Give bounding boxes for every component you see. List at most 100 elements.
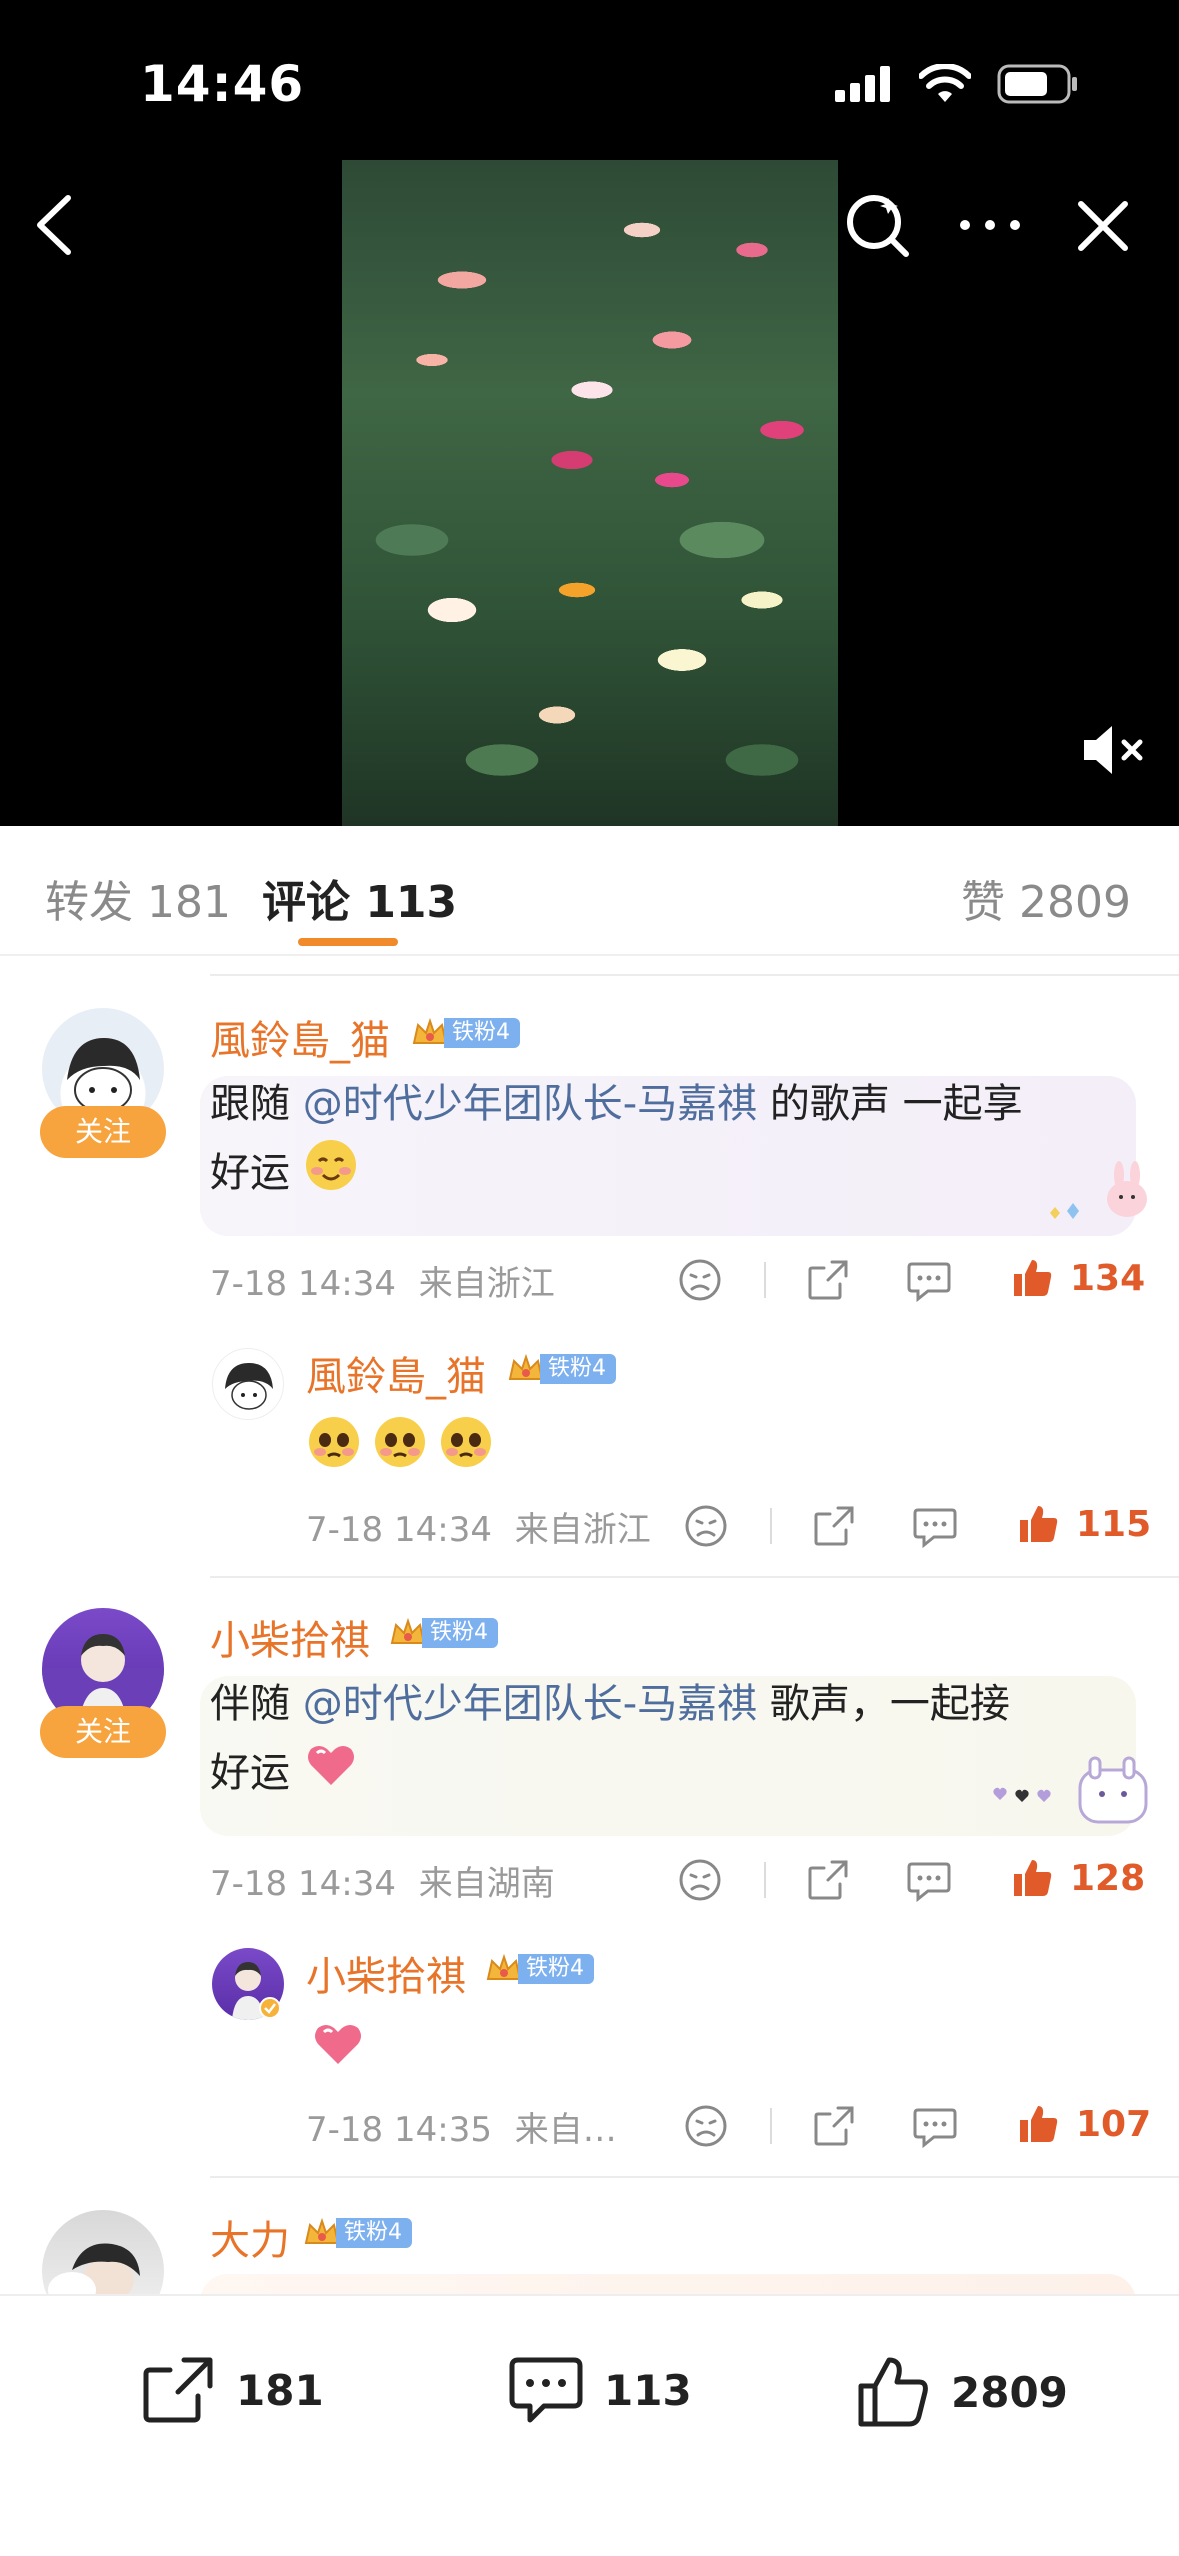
- comment-text-part: 歌声，一起接: [757, 1681, 1010, 1727]
- more-icon[interactable]: [955, 205, 1025, 245]
- repost-count: 181: [236, 2365, 324, 2415]
- close-icon[interactable]: [1075, 198, 1131, 254]
- fan-badge: 铁粉4: [410, 1016, 520, 1050]
- video-area: 14:46: [0, 0, 1179, 826]
- repost-button[interactable]: 181: [140, 2354, 324, 2426]
- share-icon[interactable]: [806, 1258, 850, 1302]
- comment-text-part: 好运: [210, 1750, 290, 1796]
- fan-badge-label: 铁粉4: [444, 1018, 520, 1048]
- status-icons: [835, 64, 1079, 104]
- pleading-emoji-icon: [441, 1417, 491, 1467]
- fan-badge: 铁粉4: [388, 1616, 498, 1650]
- fan-badge-label: 铁粉4: [540, 1354, 616, 1384]
- share-icon[interactable]: [806, 1858, 850, 1902]
- comment-location: 来自浙江: [418, 1264, 555, 1304]
- like-count: 115: [1076, 1504, 1152, 1545]
- comment-count: 113: [604, 2365, 692, 2415]
- bottom-action-bar: 181 113 2809: [0, 2294, 1179, 2556]
- like-icon[interactable]: [1016, 1502, 1060, 1546]
- reply-avatar[interactable]: [212, 1348, 284, 1420]
- reply-username[interactable]: 小柴拾祺: [306, 1944, 466, 2002]
- divider: [210, 1576, 1179, 1578]
- dislike-face-icon[interactable]: [678, 1258, 722, 1302]
- follow-button[interactable]: 关注: [40, 1106, 166, 1158]
- like-icon[interactable]: [1010, 1256, 1054, 1300]
- fan-badge: 铁粉4: [506, 1352, 616, 1386]
- bunny-hearts-sticker-icon: [993, 1756, 1148, 1824]
- dislike-face-icon[interactable]: [678, 1858, 722, 1902]
- comment-meta: 7-18 14:34 来自湖南: [210, 1856, 555, 1905]
- reply-meta: 7-18 14:35 来自…: [306, 2102, 617, 2151]
- comment-text-part: 好运: [210, 1150, 290, 1196]
- comment-text-part: 跟随: [210, 1081, 303, 1127]
- tab-bar: 转发 181 评论 113 赞 2809: [0, 826, 1179, 956]
- like-total-count: 2809: [951, 2367, 1068, 2417]
- fan-badge-label: 铁粉4: [422, 1618, 498, 1648]
- comment-username[interactable]: 大力: [210, 2208, 290, 2266]
- avatar-illustration: [225, 1363, 273, 1410]
- reply-icon[interactable]: [906, 1260, 952, 1302]
- mute-icon[interactable]: [1080, 722, 1146, 778]
- reply-icon[interactable]: [912, 1506, 958, 1548]
- reply-meta: 7-18 14:34 来自浙江: [306, 1502, 651, 1551]
- reply-icon[interactable]: [912, 2106, 958, 2148]
- dislike-face-icon[interactable]: [684, 2104, 728, 2148]
- divider: [210, 2176, 1179, 2178]
- back-icon[interactable]: [30, 190, 80, 260]
- divider: [210, 974, 1179, 976]
- repost-icon: [143, 2357, 213, 2423]
- action-separator: [770, 1508, 772, 1544]
- action-separator: [764, 1262, 766, 1298]
- video-frame[interactable]: [342, 160, 838, 826]
- comment-username[interactable]: 小柴拾祺: [210, 1608, 370, 1666]
- fan-badge: 铁粉4: [302, 2216, 412, 2250]
- fan-badge-label: 铁粉4: [518, 1954, 594, 1984]
- follow-button[interactable]: 关注: [40, 1706, 166, 1758]
- tab-repost[interactable]: 转发 181: [45, 866, 231, 930]
- thumbs-up-icon: [858, 2357, 928, 2427]
- like-count: 128: [1070, 1858, 1146, 1899]
- comment-time: 7-18 14:34: [210, 1864, 396, 1904]
- like-button[interactable]: 2809: [855, 2354, 1068, 2430]
- reply-time: 7-18 14:35: [306, 2110, 492, 2150]
- blush-emoji-icon: [303, 1137, 359, 1213]
- avatar-illustration: [48, 2243, 140, 2294]
- signal-icon: [835, 66, 890, 102]
- share-icon[interactable]: [812, 1504, 856, 1548]
- search-icon[interactable]: [842, 190, 912, 260]
- avatar[interactable]: [42, 2210, 164, 2294]
- tab-likes[interactable]: 赞 2809: [961, 866, 1131, 930]
- bunny-sticker-icon: [1050, 1161, 1147, 1219]
- wifi-icon: [919, 64, 971, 102]
- share-icon[interactable]: [812, 2104, 856, 2148]
- dislike-face-icon[interactable]: [684, 1504, 728, 1548]
- verified-badge-icon: [259, 1997, 281, 2019]
- comment-bubble[interactable]: [200, 2274, 1136, 2294]
- battery-icon: [997, 64, 1077, 104]
- comment-icon: [509, 2357, 583, 2423]
- like-icon[interactable]: [1010, 1856, 1054, 1900]
- comment-username[interactable]: 風鈴島_猫: [210, 1008, 390, 1066]
- reply-location: 来自浙江: [514, 1510, 651, 1550]
- mention-link[interactable]: @时代少年团队长-马嘉祺: [303, 1681, 757, 1727]
- like-icon[interactable]: [1016, 2102, 1060, 2146]
- fan-badge-label: 铁粉4: [336, 2218, 412, 2248]
- pleading-emoji-icon: [309, 1417, 359, 1467]
- like-count: 107: [1076, 2104, 1152, 2145]
- fan-badge: 铁粉4: [484, 1952, 594, 1986]
- heart-emoji-icon: [315, 2025, 361, 2064]
- reply-icon[interactable]: [906, 1860, 952, 1902]
- active-tab-indicator: [298, 938, 398, 946]
- reply-username[interactable]: 風鈴島_猫: [306, 1344, 486, 1402]
- reply-location: 来自…: [514, 2110, 617, 2150]
- tab-comments[interactable]: 评论 113: [262, 866, 457, 930]
- mention-link[interactable]: @时代少年团队长-马嘉祺: [303, 1081, 757, 1127]
- comment-meta: 7-18 14:34 来自浙江: [210, 1256, 555, 1305]
- comment-location: 来自湖南: [418, 1864, 555, 1904]
- comment-button[interactable]: 113: [508, 2354, 692, 2426]
- like-count: 134: [1070, 1258, 1146, 1299]
- heart-emoji-icon: [303, 1737, 359, 1813]
- comment-text-part: 伴随: [210, 1681, 303, 1727]
- comment-text: 伴随 @时代少年团队长-马嘉祺 歌声，一起接 好运: [210, 1671, 1010, 1813]
- action-separator: [764, 1862, 766, 1898]
